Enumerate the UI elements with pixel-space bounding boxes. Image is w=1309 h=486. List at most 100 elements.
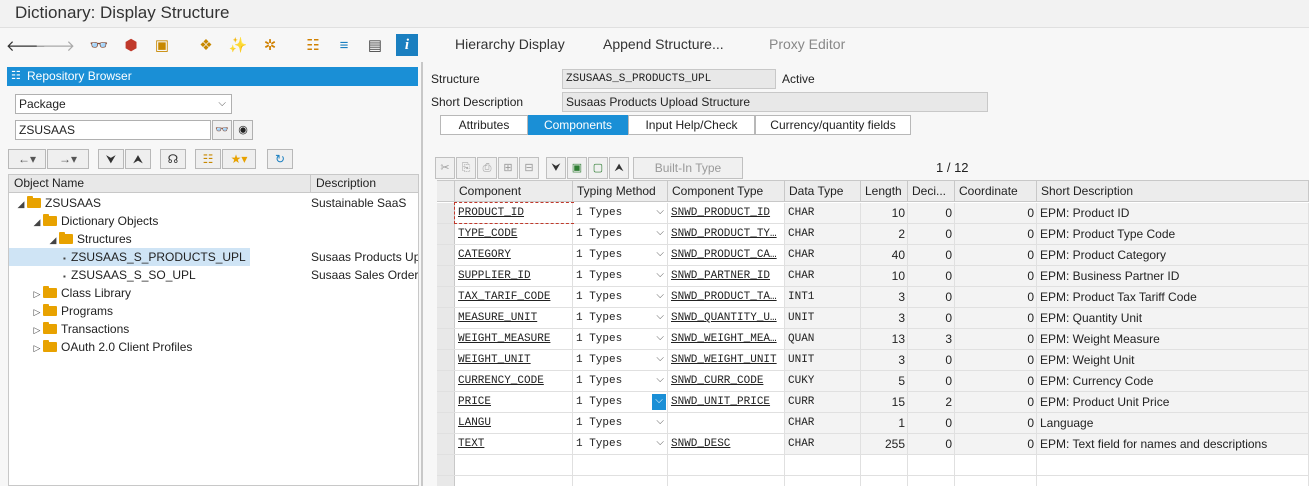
typing-method-cell[interactable]: 1 Types ⌵ [573,413,668,433]
structure-name-field[interactable]: ZSUSAAS_S_PRODUCTS_UPL [562,69,776,89]
tree-node-name[interactable]: ◢ ZSUSAAS [9,194,105,212]
refresh-icon[interactable]: ↻ [267,149,293,169]
row-selector[interactable] [437,329,455,349]
row-selector[interactable] [437,434,455,454]
chevron-down-icon[interactable]: ⌵ [656,371,664,391]
expand-arrow-icon[interactable]: ▷ [31,285,43,303]
typing-method-cell[interactable]: 1 Types ⌵ [573,308,668,328]
row-selector[interactable] [437,245,455,265]
component-cell[interactable]: LANGU [455,413,573,433]
expand-arrow-icon[interactable]: ▷ [31,339,43,357]
row-selector[interactable] [437,392,455,412]
component-type-cell[interactable]: SNWD_WEIGHT_UNIT [668,350,785,370]
typing-method-cell[interactable]: 1 Types ⌵ [573,245,668,265]
table-row[interactable]: SUPPLIER_ID 1 Types ⌵ SNWD_PARTNER_ID CHAR 10… [437,266,1309,287]
tree-node-name[interactable]: ◢ Structures [9,230,136,248]
stack-icon[interactable]: ≡ [333,34,355,56]
row-selector[interactable] [437,476,455,486]
select-all-corner[interactable] [437,181,455,202]
component-type-cell[interactable]: SNWD_QUANTITY_U… [668,308,785,328]
collapse-arrow-icon[interactable]: ◢ [15,195,27,213]
favorites-star-icon[interactable]: ★▾ [222,149,256,169]
copy-icon[interactable]: ⎘ [456,157,476,179]
chevron-down-icon[interactable]: ⌵ [656,203,664,223]
typing-method-cell[interactable]: 1 Types ⌵ [573,224,668,244]
component-cell[interactable]: CATEGORY [455,245,573,265]
insert-row-icon[interactable]: ⊞ [498,157,518,179]
forward-arrow-icon[interactable]: 🡒 [35,34,75,56]
component-type-cell[interactable] [668,413,785,433]
back-button[interactable]: ←▾ [8,149,46,169]
tree-node-name[interactable]: ▷ Class Library [9,284,135,302]
tree-node-name[interactable]: ▪ ZSUSAAS_S_SO_UPL [9,266,200,284]
tree-node-structures[interactable]: ◢ Structures [9,230,418,248]
chevron-down-icon[interactable]: ⌵ [656,413,664,433]
component-cell[interactable]: WEIGHT_UNIT [455,350,573,370]
component-cell[interactable]: TYPE_CODE [455,224,573,244]
short-description-field[interactable]: Susaas Products Upload Structure [562,92,988,112]
chevron-down-icon[interactable]: ⌵ [656,266,664,286]
info-icon[interactable]: i [396,34,418,56]
tree-node-zsusaas-s-so-upl[interactable]: ▪ ZSUSAAS_S_SO_UPL Susaas Sales Order I [9,266,418,284]
tab-currency-quantity-fields[interactable]: Currency/quantity fields [755,115,911,135]
component-cell[interactable]: WEIGHT_MEASURE [455,329,573,349]
row-selector[interactable] [437,455,455,475]
row-selector[interactable] [437,371,455,391]
tree-node-transactions[interactable]: ▷ Transactions [9,320,418,338]
cut-icon[interactable]: ✂ [435,157,455,179]
hierarchy-icon[interactable]: ☷ [302,34,324,56]
typing-method-cell[interactable]: 1 Types ⌵ [573,392,668,412]
table-row[interactable]: TYPE_CODE 1 Types ⌵ SNWD_PRODUCT_TY… CHAR 2 0 0… [437,224,1309,245]
component-type-cell[interactable] [668,455,785,475]
column-header-typing-method[interactable]: Typing Method [573,181,668,202]
layout-icon[interactable]: ▤ [364,34,386,56]
object-type-select[interactable]: Package ⌵ [15,94,232,114]
hierarchy-display-button[interactable]: Hierarchy Display [455,36,565,52]
component-cell[interactable] [455,455,573,475]
component-type-cell[interactable]: SNWD_CURR_CODE [668,371,785,391]
forward-button[interactable]: →▾ [47,149,89,169]
chevron-down-icon[interactable]: ⌵ [656,224,664,244]
component-cell[interactable]: MEASURE_UNIT [455,308,573,328]
package-input[interactable]: ZSUSAAS [15,120,211,140]
column-header-coordinate[interactable]: Coordinate [955,181,1037,202]
component-cell[interactable]: TAX_TARIF_CODE [455,287,573,307]
typing-method-cell[interactable]: 1 Types ⌵ [573,350,668,370]
proxy-editor-button[interactable]: Proxy Editor [769,36,845,52]
tree-node-zsusaas[interactable]: ◢ ZSUSAAS Sustainable SaaS [9,194,418,212]
tree-node-name[interactable]: ▷ OAuth 2.0 Client Profiles [9,338,196,356]
delete-row-icon[interactable]: ⊟ [519,157,539,179]
typing-method-cell[interactable]: 1 Types ⌵ [573,371,668,391]
collapse-all-icon[interactable]: ⮝ [609,157,629,179]
typing-method-cell[interactable] [573,455,668,475]
chevron-down-icon[interactable]: ⌵ [656,245,664,265]
tree-node-name[interactable]: ▷ Transactions [9,320,133,338]
component-type-cell[interactable]: SNWD_DESC [668,434,785,454]
activate-icon[interactable]: ▣ [151,34,173,56]
collapse-arrow-icon[interactable]: ◢ [47,231,59,249]
expand-arrow-icon[interactable]: ▷ [31,303,43,321]
typing-method-cell[interactable]: 1 Types ⌵ [573,329,668,349]
tree-node-name[interactable]: ▪ ZSUSAAS_S_PRODUCTS_UPL [9,248,250,266]
table-row[interactable]: LANGU 1 Types ⌵ CHAR 1 0 0 Language [437,413,1309,434]
chevron-down-icon[interactable]: ⌵ [656,287,664,307]
navigate-icon[interactable]: ✲ [259,34,281,56]
select-all-icon[interactable]: ▣ [567,157,587,179]
tree-node-zsusaas-s-products-upl[interactable]: ▪ ZSUSAAS_S_PRODUCTS_UPL Susaas Products U… [9,248,418,266]
table-row[interactable]: PRICE 1 Types ⌵ SNWD_UNIT_PRICE CURR 15 2 0 EPM:… [437,392,1309,413]
collapse-all-icon[interactable]: ⮝ [125,149,151,169]
column-header-component[interactable]: Component [455,181,573,202]
component-cell[interactable] [455,476,573,486]
hierarchy-icon[interactable]: ☷ [195,149,221,169]
typing-method-cell[interactable]: 1 Types ⌵ [573,287,668,307]
table-row[interactable]: CATEGORY 1 Types ⌵ SNWD_PRODUCT_CA… CHAR 40 0 0… [437,245,1309,266]
other-object-icon[interactable]: ⬢ [120,34,142,56]
row-selector[interactable] [437,350,455,370]
component-cell[interactable]: SUPPLIER_ID [455,266,573,286]
table-row[interactable]: TEXT 1 Types ⌵ SNWD_DESC CHAR 255 0 0 EPM: Text … [437,434,1309,455]
display-button[interactable]: ◉ [233,120,253,140]
component-cell[interactable]: TEXT [455,434,573,454]
expand-all-icon[interactable]: ⮟ [98,149,124,169]
component-cell[interactable]: PRICE [455,392,573,412]
component-type-cell[interactable]: SNWD_PRODUCT_ID [668,203,785,223]
